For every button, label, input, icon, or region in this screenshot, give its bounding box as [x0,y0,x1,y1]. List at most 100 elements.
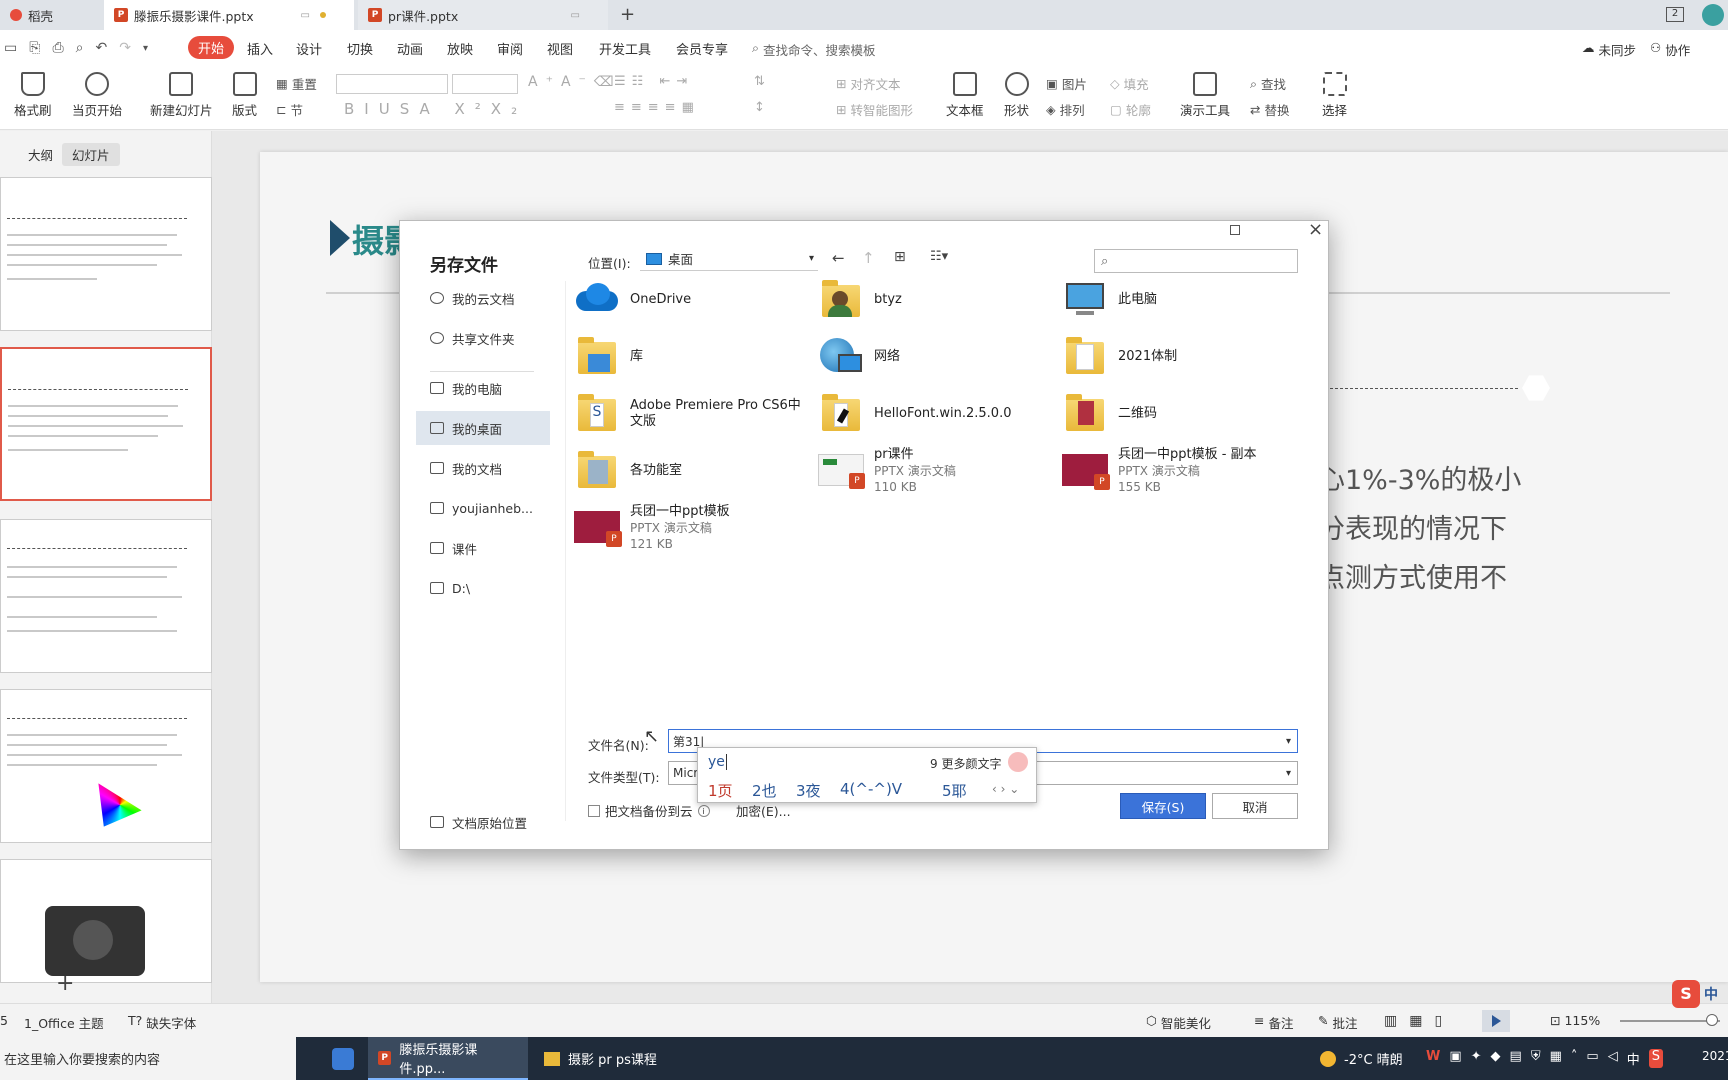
avatar[interactable] [1702,4,1724,26]
file-item-function-rooms[interactable]: 各功能室 [574,444,804,498]
line-spacing-icon[interactable]: ↕ [754,100,765,115]
taskbar-search[interactable]: 在这里输入你要搜索的内容 [0,1037,296,1080]
ime-mode-badge[interactable]: 中 [1704,984,1718,1004]
play-current-button[interactable]: 当页开始 [72,72,122,119]
redo-icon[interactable]: ↷ [119,40,131,56]
preview-icon[interactable]: ⌕ [76,40,84,56]
monitor-icon[interactable]: ▭ [301,10,310,21]
font-name-select[interactable] [336,74,448,94]
add-slide-button[interactable]: + [56,971,74,996]
sogou-logo-icon[interactable]: S [1672,980,1700,1008]
wps-tray-icon[interactable]: W [1426,1049,1440,1068]
outline-button[interactable]: ▢ 轮廓 [1110,100,1151,119]
arrange-button[interactable]: ◈ 排列 [1046,100,1085,119]
app-tray-icon[interactable]: ▤ [1510,1049,1522,1068]
layout-button[interactable]: 版式 [232,72,257,119]
file-item-template[interactable]: P 兵团一中ppt模板 PPTX 演示文稿 121 KB [574,501,804,555]
fit-window-button[interactable]: ⊡ 115% [1550,1013,1600,1028]
ime-candidate[interactable]: 1页 [708,780,733,801]
network-icon[interactable]: ▭ [1586,1049,1598,1068]
smartart-button[interactable]: ⊞ 转智能图形 [836,100,913,119]
file-item-qrcode[interactable]: 二维码 [1062,387,1292,441]
missing-font-button[interactable]: T? 缺失字体 [128,1013,196,1032]
menu-view[interactable]: 视图 [547,39,573,58]
zoom-slider-thumb[interactable] [1706,1014,1718,1026]
menu-insert[interactable]: 插入 [247,39,273,58]
save-icon[interactable]: ▭ [4,40,17,56]
file-item-this-pc[interactable]: 此电脑 [1062,273,1292,327]
menu-member[interactable]: 会员专享 [676,39,728,58]
presenter-tools-button[interactable]: 演示工具 [1180,72,1230,119]
ime-candidate[interactable]: 2也 [752,780,777,801]
volume-icon[interactable]: ◁ [1608,1049,1618,1068]
font-style-icons[interactable]: BIUSA X²X₂ [344,100,527,118]
app-tray-icon[interactable]: ◆ [1491,1049,1501,1068]
file-item-network[interactable]: 网络 [818,330,1048,384]
font-size-adjust-icon[interactable]: A⁺A⁻⌫ [528,74,622,90]
file-item-onedrive[interactable]: OneDrive [574,273,804,327]
normal-view-icon[interactable]: ▥ [1384,1013,1397,1029]
file-item-library[interactable]: 库 [574,330,804,384]
reset-button[interactable]: ▦ 重置 [276,74,317,93]
nav-my-documents[interactable]: 我的文档 [416,451,550,485]
nav-youjianheb[interactable]: youjianheb... [416,491,550,525]
ime-tray-label[interactable]: 中 [1627,1049,1640,1068]
slide-thumbnail[interactable] [0,859,212,983]
monitor-icon[interactable]: ▭ [571,10,580,21]
nav-kejian[interactable]: 课件 [416,531,550,565]
print-icon[interactable]: ⎙ [52,40,63,56]
info-icon[interactable]: i [697,804,710,817]
paragraph-align-icons[interactable]: ≡≡≡≡▦ [614,100,700,115]
nav-d-drive[interactable]: D:\ [416,571,550,605]
notes-button[interactable]: ≡ 备注 [1254,1013,1294,1032]
menu-transition[interactable]: 切换 [347,39,373,58]
save-button[interactable]: 保存(S) [1120,793,1206,819]
menu-design[interactable]: 设计 [296,39,322,58]
encrypt-button[interactable]: 加密(E)... [736,801,791,820]
view-mode-icon[interactable]: ☷▾ [930,249,948,264]
collaborate-button[interactable]: ⚇ 协作 [1650,40,1690,59]
theme-name[interactable]: 1_Office 主题 [24,1013,104,1032]
slide-thumbnail[interactable] [0,689,212,843]
slide-thumbnail[interactable] [0,177,212,331]
search-input[interactable]: ⌕ [1094,249,1298,273]
file-item-premiere[interactable]: S Adobe Premiere Pro CS6中文版 [574,387,804,441]
file-item-btyz[interactable]: btyz [818,273,1048,327]
window-count-badge[interactable]: 2 [1666,7,1684,22]
sorter-view-icon[interactable]: ▦ [1409,1013,1422,1029]
weather-widget[interactable]: -2°C 晴朗 [1310,1037,1413,1080]
app-tray-icon[interactable]: ✦ [1471,1049,1482,1068]
select-button[interactable]: 选择 [1322,72,1347,119]
section-button[interactable]: ⊏ 节 [276,100,303,119]
nav-shared-folder[interactable]: 共享文件夹 [416,321,550,355]
ime-candidate[interactable]: 4(^-^)V [840,780,902,798]
find-button[interactable]: ⌕ 查找 [1250,74,1286,93]
undo-icon[interactable]: ↶ [95,40,107,56]
taskbar-app-folder[interactable]: 摄影 pr ps课程 [534,1037,684,1080]
nav-my-desktop[interactable]: 我的桌面 [416,411,550,445]
menu-developer[interactable]: 开发工具 [599,39,651,58]
shape-button[interactable]: 形状 [1004,72,1029,119]
fill-button[interactable]: ◇ 填充 [1110,74,1149,93]
menu-review[interactable]: 审阅 [497,39,523,58]
comment-button[interactable]: ✎ 批注 [1318,1013,1358,1032]
chevron-down-icon[interactable]: ▾ [143,43,148,56]
up-arrow-icon[interactable]: ↑ [862,249,875,267]
font-size-select[interactable] [452,74,518,94]
file-item-pr-pptx[interactable]: P pr课件 PPTX 演示文稿 110 KB [818,444,1048,498]
menu-home[interactable]: 开始 [188,36,235,59]
chevron-up-icon[interactable]: ˄ [1571,1049,1578,1068]
play-slideshow-button[interactable] [1482,1010,1510,1032]
export-icon[interactable]: ⎘ [29,40,40,56]
list-icons[interactable]: ☰☷ ⇤⇥ [614,74,693,89]
sogou-tray-icon[interactable]: S [1648,1049,1663,1068]
cloud-backup-checkbox[interactable]: 把文档备份到云 i [588,801,710,820]
beautify-button[interactable]: ⬡ 智能美化 [1146,1013,1211,1032]
text-direction-icon[interactable]: ⇅ [754,74,765,89]
ime-candidate[interactable]: 5耶 [942,780,967,801]
slide-thumbnail-selected[interactable] [0,347,212,501]
file-item-hellofont[interactable]: HelloFont.win.2.5.0.0 [818,387,1048,441]
menu-slideshow[interactable]: 放映 [447,39,473,58]
new-tab-button[interactable]: + [620,4,635,25]
tab-outline[interactable]: 大纲 [18,143,63,166]
